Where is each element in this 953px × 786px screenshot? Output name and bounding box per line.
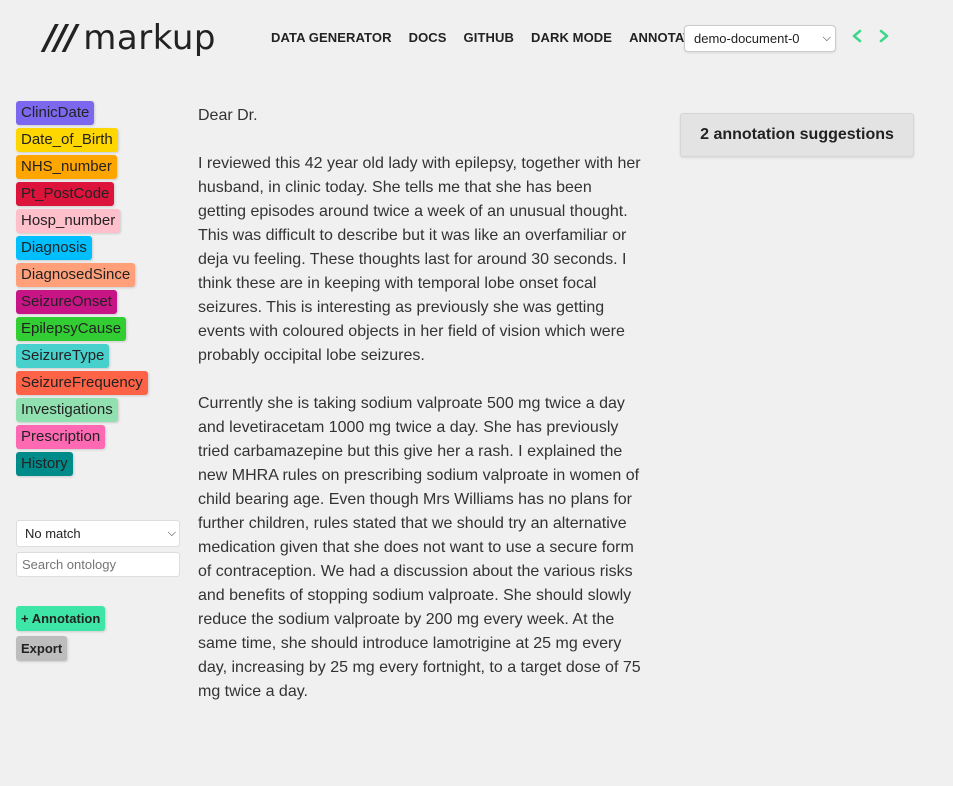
top-nav: DATA GENERATOR DOCS GITHUB DARK MODE ANN… [271,30,717,45]
entity-label-prescription[interactable]: Prescription [16,425,106,449]
markup-logo[interactable]: ///markup [44,18,216,58]
label-row: EpilepsyCause [16,317,148,344]
ontology-match-select[interactable]: No match ⌵ [16,520,180,547]
entity-label-seizuretype[interactable]: SeizureType [16,344,110,368]
nav-github[interactable]: GITHUB [464,30,514,45]
document-paragraph: I reviewed this 42 year old lady with ep… [198,155,641,364]
entity-label-diagnosedsince[interactable]: DiagnosedSince [16,263,136,287]
label-row: SeizureFrequency [16,371,148,398]
entity-label-hosp-number[interactable]: Hosp_number [16,209,121,233]
entity-label-list: ClinicDate Date_of_Birth NHS_number Pt_Post… [16,101,148,479]
entity-label-pt-postcode[interactable]: Pt_PostCode [16,182,115,206]
label-row: SeizureType [16,344,148,371]
next-document-arrow-icon[interactable] [878,27,890,48]
document-paragraph: Dear Dr. [198,107,258,124]
entity-label-seizureonset[interactable]: SeizureOnset [16,290,117,314]
label-row: Pt_PostCode [16,182,148,209]
label-row: Hosp_number [16,209,148,236]
label-row: NHS_number [16,155,148,182]
entity-label-clinicdate[interactable]: ClinicDate [16,101,95,125]
add-annotation-button[interactable]: + Annotation [16,606,106,631]
logo-slashes: /// [44,18,77,58]
search-ontology-input[interactable] [16,552,180,577]
entity-label-investigations[interactable]: Investigations [16,398,118,422]
label-row: Date_of_Birth [16,128,148,155]
document-paragraph: Currently she is taking sodium valproate… [198,395,641,700]
nav-dark-mode[interactable]: DARK MODE [531,30,612,45]
label-row: Investigations [16,398,148,425]
label-row: History [16,452,148,479]
annotation-suggestions-button[interactable]: 2 annotation suggestions [680,113,914,157]
ontology-match-value: No match [25,526,81,541]
nav-data-generator[interactable]: DATA GENERATOR [271,30,392,45]
label-row: DiagnosedSince [16,263,148,290]
document-select-value: demo-document-0 [694,31,800,46]
app-page: ///markup DATA GENERATOR DOCS GITHUB DAR… [0,0,953,786]
chevron-down-icon: ⌵ [822,32,831,44]
document-select[interactable]: demo-document-0 ⌵ [684,25,836,52]
label-row: Prescription [16,425,148,452]
entity-label-epilepsycause[interactable]: EpilepsyCause [16,317,127,341]
nav-docs[interactable]: DOCS [409,30,447,45]
entity-label-seizurefrequency[interactable]: SeizureFrequency [16,371,148,395]
label-row: Diagnosis [16,236,148,263]
label-row: ClinicDate [16,101,148,128]
entity-label-date-of-birth[interactable]: Date_of_Birth [16,128,118,152]
entity-label-history[interactable]: History [16,452,73,476]
chevron-down-icon: ⌵ [167,527,176,539]
previous-document-arrow-icon[interactable] [851,27,863,48]
logo-text: markup [83,18,216,58]
entity-label-diagnosis[interactable]: Diagnosis [16,236,92,260]
export-button[interactable]: Export [16,636,68,661]
entity-label-nhs-number[interactable]: NHS_number [16,155,117,179]
document-text[interactable]: Dear Dr. I reviewed this 42 year old lad… [198,104,643,738]
label-row: SeizureOnset [16,290,148,317]
